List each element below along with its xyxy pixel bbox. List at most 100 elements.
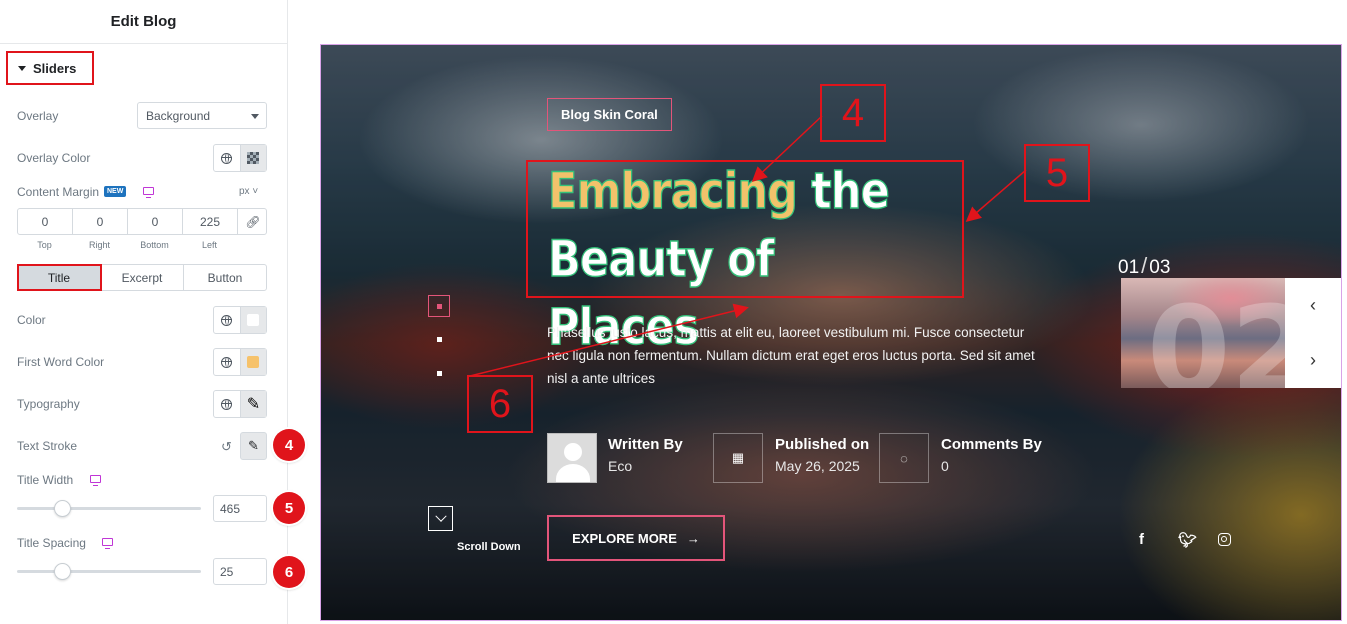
panel-title: Edit Blog	[0, 0, 287, 44]
margin-left-input[interactable]: 225	[183, 209, 238, 234]
pencil-icon: ✎	[248, 438, 259, 453]
overlay-color-picker[interactable]	[239, 145, 266, 171]
title-spacing-label: Title Spacing	[17, 536, 86, 550]
next-slide-thumbnail[interactable]: 02	[1121, 278, 1285, 388]
comments-meta: Comments By 0	[941, 436, 1042, 474]
thumb-numeral: 02	[1147, 282, 1285, 389]
first-word-color-picker[interactable]	[239, 349, 266, 375]
overlay-select[interactable]: Background	[137, 102, 267, 129]
author-meta: Written By Eco	[608, 436, 683, 474]
title-width-slider[interactable]	[17, 500, 201, 517]
text-stroke-edit-button[interactable]: ✎	[240, 432, 267, 460]
slider-nav: ‹ ›	[1285, 278, 1341, 388]
step-badge-4: 4	[273, 429, 305, 461]
units-value: px	[239, 186, 250, 197]
margin-top-input[interactable]: 0	[18, 209, 73, 234]
style-tabs: Title Excerpt Button	[17, 264, 267, 291]
typography-label: Typography	[17, 397, 80, 411]
desktop-icon[interactable]	[102, 538, 113, 549]
text-stroke-label: Text Stroke	[17, 439, 78, 453]
scroll-down-button[interactable]	[428, 506, 453, 531]
reset-icon[interactable]: ↺	[221, 439, 232, 455]
pencil-icon: ✎	[246, 396, 261, 413]
first-word-swatch	[247, 356, 260, 368]
counter-current: 01	[1118, 257, 1140, 278]
comments-count: 0	[941, 458, 949, 474]
new-badge: NEW	[104, 186, 127, 197]
author-name[interactable]: Eco	[608, 458, 683, 474]
overlay-select-value: Background	[146, 109, 211, 123]
published-meta: Published on May 26, 2025	[775, 436, 869, 474]
typography-control: ✎	[213, 390, 267, 418]
margin-bottom-input[interactable]: 0	[128, 209, 183, 234]
prev-arrow-icon[interactable]: ‹	[1285, 278, 1341, 333]
first-word-color-control	[213, 348, 267, 376]
margin-right-label: Right	[88, 240, 110, 250]
globe-icon	[221, 398, 233, 410]
published-heading: Published on	[775, 436, 870, 453]
typography-edit-button[interactable]: ✎	[239, 391, 266, 417]
author-avatar	[547, 433, 597, 483]
instagram-icon[interactable]	[1218, 533, 1231, 546]
slide-excerpt: Phasellus justo lacus, mattis at elit eu…	[547, 325, 1035, 386]
author-heading: Written By	[608, 436, 683, 453]
next-arrow-icon[interactable]: ›	[1285, 333, 1341, 388]
overlay-color-label: Overlay Color	[17, 151, 91, 165]
first-word-color-label: First Word Color	[17, 355, 105, 369]
editor-panel: Edit Blog Sliders Overlay Background Ove…	[0, 0, 305, 624]
tab-button[interactable]: Button	[184, 265, 266, 290]
desktop-icon[interactable]	[143, 187, 154, 198]
global-typography-button[interactable]	[214, 391, 240, 417]
global-colors-button[interactable]	[214, 349, 240, 375]
transparent-swatch-icon	[247, 152, 260, 164]
explore-more-button[interactable]: EXPLORE MORE →	[547, 515, 725, 561]
slider-handle[interactable]	[54, 563, 71, 580]
facebook-icon[interactable]: f	[1139, 531, 1144, 548]
title-width-label: Title Width	[17, 473, 74, 487]
pagination-dot[interactable]	[437, 337, 442, 342]
blog-skin-tag[interactable]: Blog Skin Coral	[547, 98, 672, 131]
units-select[interactable]: px ˅	[239, 186, 258, 197]
margin-bottom-label: Bottom	[140, 240, 169, 250]
margin-right-input[interactable]: 0	[73, 209, 128, 234]
twitter-icon[interactable]: 🐦︎	[1178, 531, 1197, 549]
sliders-section-toggle[interactable]: Sliders	[6, 51, 94, 85]
annotation-6: 6	[467, 375, 533, 433]
globe-icon	[221, 314, 233, 326]
color-label: Color	[17, 313, 46, 327]
published-date: May 26, 2025	[775, 458, 860, 474]
chevron-down-icon	[434, 510, 447, 522]
link-values-button[interactable]: 🔗︎	[238, 209, 268, 234]
desktop-icon[interactable]	[90, 475, 101, 486]
step-badge-5: 5	[273, 492, 305, 524]
annotation-4: 4	[820, 84, 886, 142]
tab-title[interactable]: Title	[17, 264, 102, 291]
tab-excerpt[interactable]: Excerpt	[101, 265, 184, 290]
globe-icon	[221, 152, 233, 164]
global-colors-button[interactable]	[214, 145, 240, 171]
title-width-input[interactable]: 465	[213, 495, 267, 522]
scroll-down-label: Scroll Down	[457, 541, 521, 553]
pagination-dot[interactable]	[437, 371, 442, 376]
content-margin-inputs: 0 0 0 225 🔗︎	[17, 208, 267, 235]
color-swatch	[247, 314, 260, 326]
step-badge-6: 6	[273, 556, 305, 588]
link-icon: 🔗︎	[245, 214, 261, 229]
slide-counter: 01/03	[1118, 253, 1171, 278]
global-colors-button[interactable]	[214, 307, 240, 333]
title-spacing-slider[interactable]	[17, 563, 201, 580]
title-highlight-box	[526, 160, 964, 298]
color-picker[interactable]	[239, 307, 266, 333]
title-spacing-input[interactable]: 25	[213, 558, 267, 585]
caret-down-icon	[18, 65, 26, 71]
calendar-icon: ▦	[713, 433, 763, 483]
overlay-label: Overlay	[17, 109, 59, 123]
annotation-5: 5	[1024, 144, 1090, 202]
globe-icon	[221, 356, 233, 368]
color-control	[213, 306, 267, 334]
counter-total: 03	[1149, 257, 1171, 278]
pagination-dot-active[interactable]	[428, 295, 450, 317]
margin-left-label: Left	[201, 240, 217, 250]
slider-handle[interactable]	[54, 500, 71, 517]
content-margin-label: Content Margin	[17, 185, 100, 199]
